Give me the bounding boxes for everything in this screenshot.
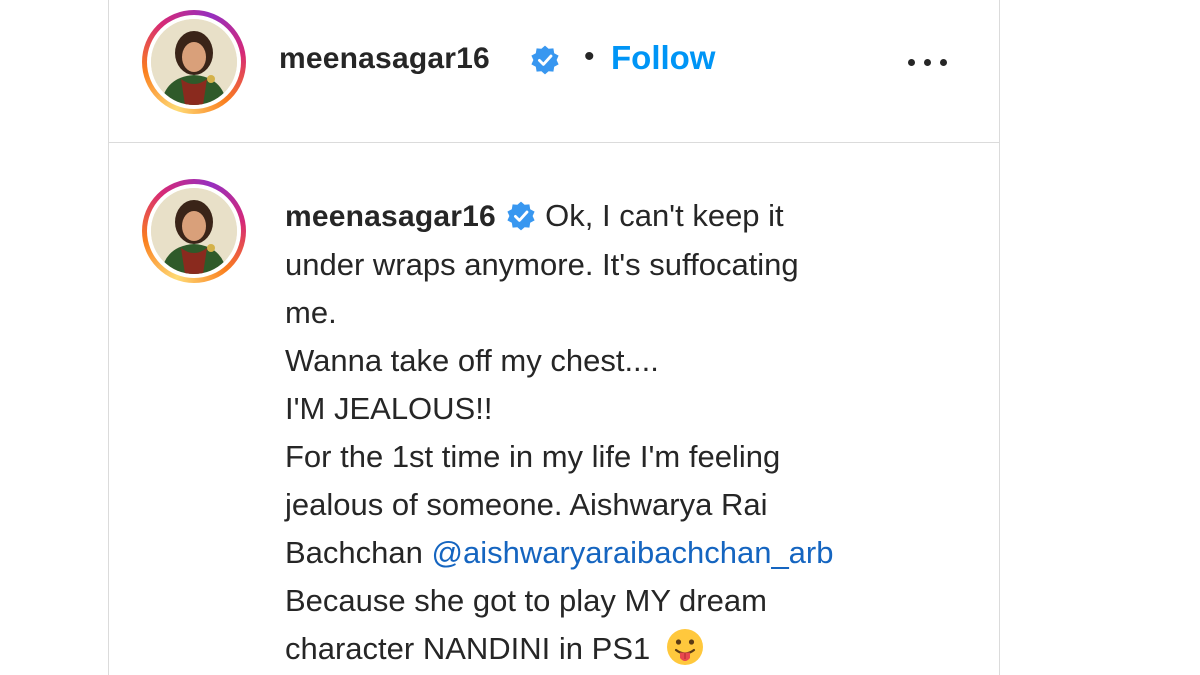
post-panel: meenasagar16 • Follow meenasagar16 Ok, I…: [108, 0, 1000, 675]
caption-line: under wraps anymore. It's suffocating: [285, 247, 799, 282]
verified-badge-icon: [506, 201, 535, 231]
tongue-out-face-emoji-icon: [666, 629, 703, 665]
caption-line: Because she got to play MY dream: [285, 583, 767, 618]
caption-text: character NANDINI in PS1: [285, 631, 651, 666]
caption-line: character NANDINI in PS1: [285, 625, 925, 673]
caption-username[interactable]: meenasagar16: [285, 200, 496, 233]
caption-text: Bachchan: [285, 535, 423, 570]
avatar-image: [151, 188, 237, 274]
post-caption: meenasagar16 Ok, I can't keep it under w…: [285, 192, 925, 673]
caption-line: For the 1st time in my life I'm feeling: [285, 439, 781, 474]
caption-text: Ok, I can't keep it: [545, 198, 784, 233]
caption-avatar[interactable]: [142, 179, 246, 283]
mention-link[interactable]: @aishwaryaraibachchan_arb: [432, 535, 834, 570]
caption-row: meenasagar16 Ok, I can't keep it under w…: [109, 0, 999, 675]
caption-line: jealous of someone. Aishwarya Rai: [285, 487, 768, 522]
caption-line: me.: [285, 295, 337, 330]
caption-line: meenasagar16 Ok, I can't keep it: [285, 192, 925, 241]
caption-line: I'M JEALOUS!!: [285, 391, 493, 426]
caption-line: Wanna take off my chest....: [285, 343, 659, 378]
caption-line: Bachchan @aishwaryaraibachchan_arb: [285, 529, 925, 577]
